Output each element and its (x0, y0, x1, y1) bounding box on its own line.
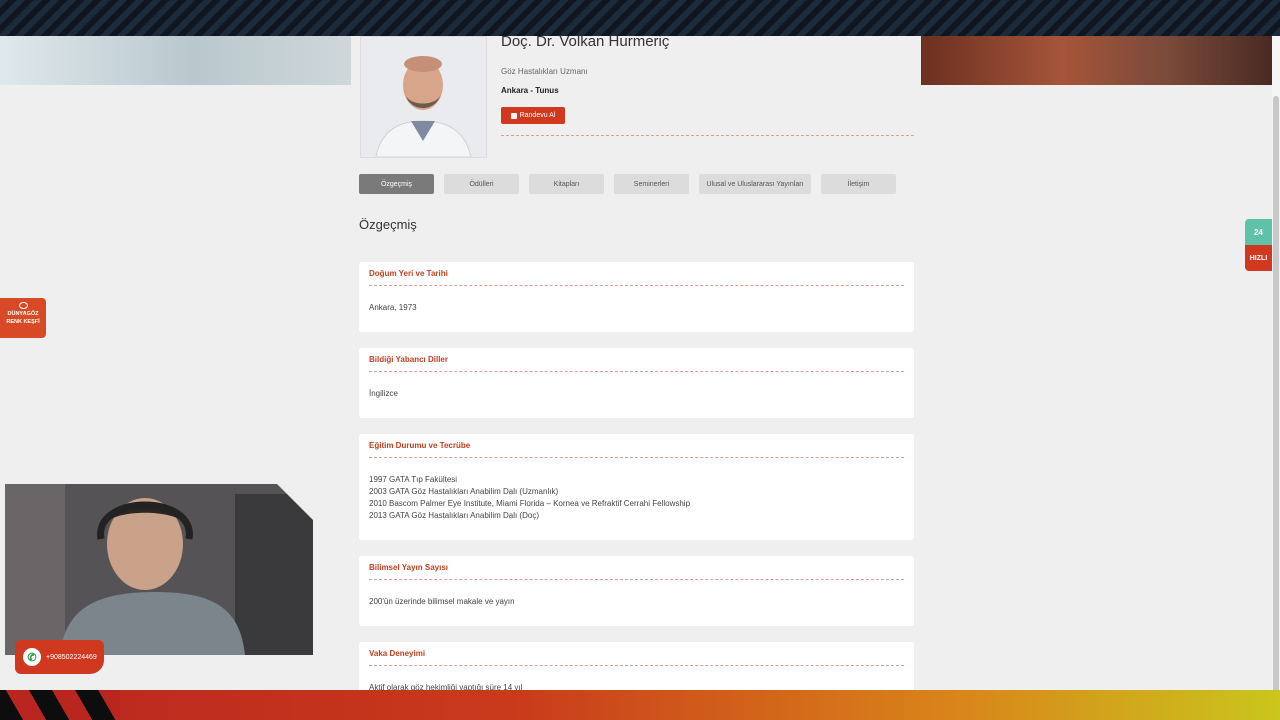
tab-odulleri[interactable]: Ödülleri (444, 174, 519, 194)
card-text: Aktif olarak göz hekimliği yaptığı süre … (369, 683, 523, 690)
card-title: Eğitim Durumu ve Tecrübe (369, 441, 471, 450)
tab-bar: Özgeçmiş Ödülleri Kitapları Seminerleri … (359, 174, 896, 194)
card-text: 2013 GATA Göz Hastalıkları Anabilim Dalı… (369, 511, 539, 520)
webcam-overlay (5, 484, 313, 655)
calendar-icon (510, 112, 517, 119)
quick-appointment-label: HIZLI (1245, 245, 1272, 271)
top-frame (0, 0, 1280, 36)
info-card: Bilimsel Yayın Sayısı 200'ün üzerinde bi… (359, 556, 914, 626)
card-text: 2003 GATA Göz Hastalıkları Anabilim Dalı… (369, 487, 559, 496)
card-title: Bildiği Yabancı Diller (369, 355, 448, 364)
card-divider (369, 665, 904, 666)
banner-image-right (921, 36, 1272, 85)
tab-yayinlari[interactable]: Ulusal ve Uluslararası Yayınları (699, 174, 811, 194)
scrollbar[interactable] (1272, 36, 1280, 696)
webcam-corner (277, 484, 313, 520)
section-title: Özgeçmiş (359, 217, 417, 232)
appointment-label: Randevu Al (519, 112, 556, 119)
card-divider (369, 285, 904, 286)
doctor-photo (360, 36, 487, 158)
card-title: Vaka Deneyimi (369, 649, 426, 658)
scroll-thumb[interactable] (1273, 96, 1279, 696)
tab-iletisim[interactable]: İletişim (821, 174, 896, 194)
card-title: Doğum Yeri ve Tarihi (369, 269, 448, 278)
color-test-line2: RENK KEŞFİ (6, 319, 40, 325)
card-text: 200'ün üzerinde bilimsel makale ve yayın (369, 597, 515, 606)
whatsapp-button[interactable]: ✆ +908502224469 (15, 640, 104, 674)
quick-appointment-tab[interactable]: 24 HIZLI (1245, 219, 1272, 271)
card-text: İngilizce (369, 389, 398, 398)
card-text: Ankara, 1973 (369, 303, 417, 312)
banner-image-left (0, 36, 351, 85)
tab-ozgecmis[interactable]: Özgeçmiş (359, 174, 434, 194)
info-card: Bildiği Yabancı Diller İngilizce (359, 348, 914, 418)
clock-24-icon: 24 (1245, 219, 1272, 245)
info-card: Doğum Yeri ve Tarihi Ankara, 1973 (359, 262, 914, 332)
tab-kitaplari[interactable]: Kitapları (529, 174, 604, 194)
doctor-name: Doç. Dr. Volkan Hurmeriç (501, 36, 670, 50)
card-text: 2010 Bascom Palmer Eye Institute, Miami … (369, 499, 691, 508)
eye-icon (18, 302, 28, 309)
tab-seminerleri[interactable]: Seminerleri (614, 174, 689, 194)
card-divider (369, 579, 904, 580)
divider (501, 135, 914, 136)
doctor-location: Ankara - Tunus (501, 86, 559, 95)
bottom-frame (0, 690, 1280, 720)
card-divider (369, 371, 904, 372)
appointment-button[interactable]: Randevu Al (501, 107, 565, 124)
info-card: Vaka Deneyimi Aktif olarak göz hekimliği… (359, 642, 914, 690)
whatsapp-phone: +908502224469 (46, 653, 97, 661)
color-test-tab[interactable]: DÜNYAGÖZ RENK KEŞFİ (0, 298, 46, 338)
card-title: Bilimsel Yayın Sayısı (369, 563, 449, 572)
card-divider (369, 457, 904, 458)
doctor-specialty: Göz Hastalıkları Uzmanı (501, 67, 588, 76)
info-card: Eğitim Durumu ve Tecrübe 1997 GATA Tıp F… (359, 434, 914, 540)
card-text: 1997 GATA Tıp Fakültesi (369, 475, 458, 484)
whatsapp-icon: ✆ (23, 648, 41, 666)
